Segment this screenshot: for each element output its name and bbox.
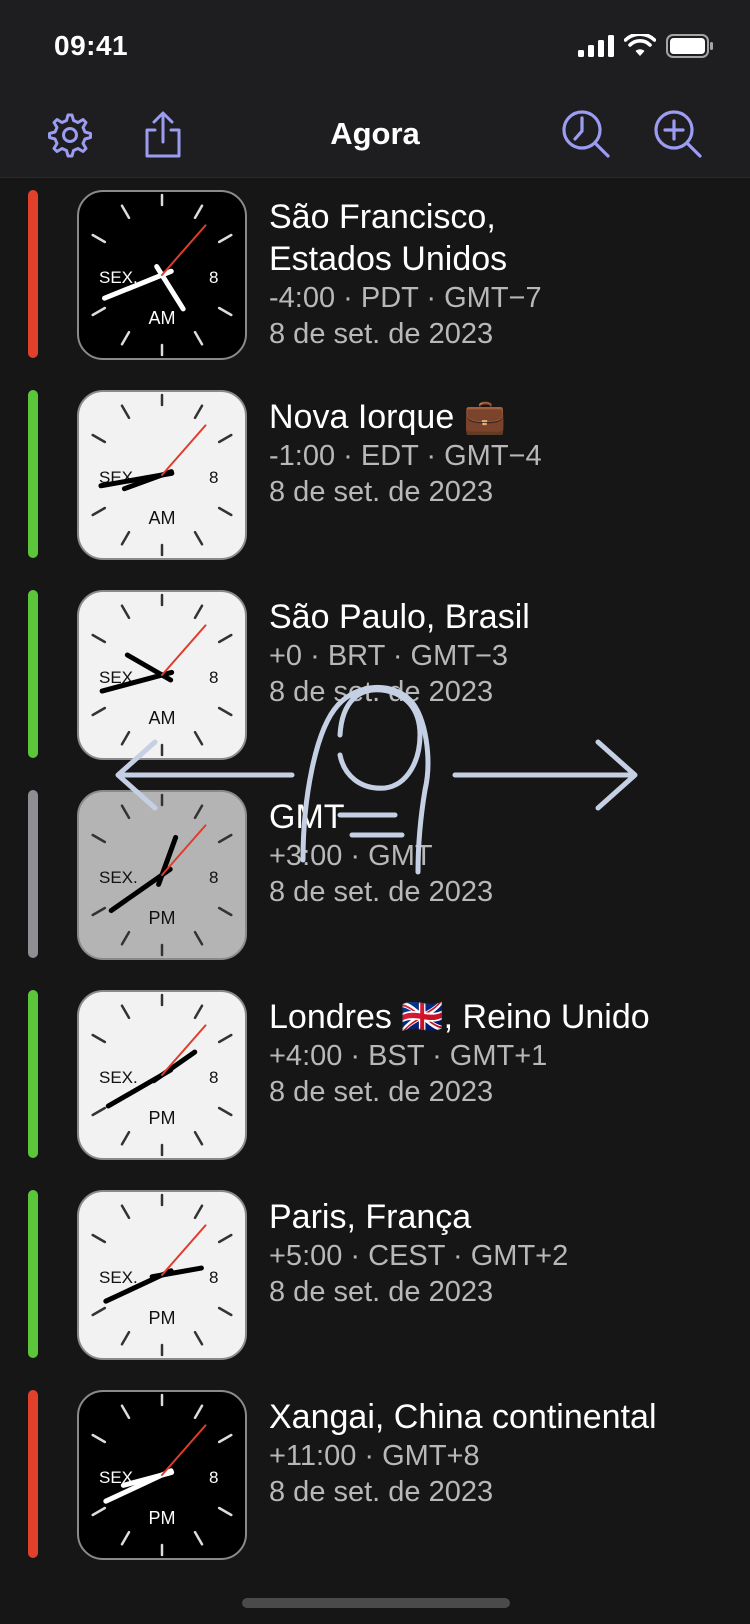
svg-text:8: 8 (209, 868, 218, 887)
status-bar: 09:41 (0, 0, 750, 94)
city-name: São Paulo, Brasil (269, 598, 530, 636)
date-label: 8 de set. de 2023 (269, 676, 494, 708)
status-bar-indicator (28, 390, 38, 558)
city-name-line2: Estados Unidos (269, 240, 508, 278)
status-icons (578, 34, 714, 58)
svg-text:8: 8 (209, 1068, 218, 1087)
clock-face: SEX. 8 AM (77, 590, 247, 760)
timezone-offset: +0 · BRT · GMT−3 (269, 640, 509, 672)
clock-face: SEX. 8 PM (77, 1390, 247, 1560)
list-item[interactable]: SEX. 8 AM São Paulo, Brasil +0 · BRT · GMT−3… (0, 578, 750, 778)
svg-text:8: 8 (209, 268, 218, 287)
clock-face: SEX. 8 AM (77, 190, 247, 360)
svg-text:8: 8 (209, 1468, 218, 1487)
date-label: 8 de set. de 2023 (269, 1276, 494, 1308)
timezone-offset: +4:00 · BST · GMT+1 (269, 1040, 548, 1072)
city-name: GMT (269, 798, 345, 836)
date-label: 8 de set. de 2023 (269, 1476, 494, 1508)
date-label: 8 de set. de 2023 (269, 476, 494, 508)
svg-text:AM: AM (149, 508, 176, 528)
city-info: Paris, França +5:00 · CEST · GMT+2 8 de se… (269, 1196, 739, 1310)
date-label: 8 de set. de 2023 (269, 318, 494, 350)
svg-text:SEX.: SEX. (99, 868, 138, 887)
clock-face: SEX. 8 PM (77, 1190, 247, 1360)
nav-bar: Agora (0, 94, 750, 178)
clock-face: SEX. 8 AM (77, 390, 247, 560)
city-name: Paris, França (269, 1198, 472, 1236)
svg-text:PM: PM (149, 1508, 176, 1528)
list-item[interactable]: SEX. 8 PM Xangai, China continental +11:00 ·… (0, 1378, 750, 1578)
list-item[interactable]: SEX. 8 PM Paris, França +5:00 · CEST · GMT+2… (0, 1178, 750, 1378)
svg-text:SEX.: SEX. (99, 1268, 138, 1287)
svg-text:AM: AM (149, 708, 176, 728)
svg-text:8: 8 (209, 668, 218, 687)
city-info: Nova Iorque 💼 -1:00 · EDT · GMT−4 8 de set… (269, 396, 739, 510)
timezone-offset: -4:00 · PDT · GMT−7 (269, 282, 542, 314)
date-label: 8 de set. de 2023 (269, 876, 494, 908)
list-item[interactable]: SEX. 8 AM Nova Iorque 💼 -1:00 · EDT · GMT−4 8… (0, 378, 750, 578)
city-name: Londres 🇬🇧, Reino Unido (269, 998, 650, 1036)
city-info: Londres 🇬🇧, Reino Unido +4:00 · BST · GMT… (269, 996, 739, 1110)
svg-text:8: 8 (209, 1268, 218, 1287)
timezone-offset: +5:00 · CEST · GMT+2 (269, 1240, 569, 1272)
svg-text:PM: PM (149, 908, 176, 928)
timezone-offset: -1:00 · EDT · GMT−4 (269, 440, 542, 472)
page-title: Agora (330, 116, 420, 151)
clock-search-icon (562, 110, 610, 158)
timezone-offset: +3:00 · GMT (269, 840, 433, 872)
svg-text:SEX.: SEX. (99, 268, 138, 287)
city-name: Nova Iorque 💼 (269, 398, 507, 436)
signal-icon (578, 35, 614, 57)
status-bar-indicator (28, 790, 38, 958)
clock-face: SEX. 8 PM (77, 790, 247, 960)
status-bar-indicator (28, 590, 38, 758)
status-bar-indicator (28, 1390, 38, 1558)
timezone-offset: +11:00 · GMT+8 (269, 1440, 480, 1472)
svg-text:8: 8 (209, 468, 218, 487)
list-item[interactable]: SEX. 8 PM Londres 🇬🇧, Reino Unido +4:00 · BS… (0, 978, 750, 1178)
city-name: Xangai, China continental (269, 1398, 657, 1436)
time-search-button[interactable] (554, 102, 620, 168)
list-item[interactable]: SEX. 8 PM GMT +3:00 · GMT 8 de set. de 2023 (0, 778, 750, 978)
svg-text:AM: AM (149, 308, 176, 328)
city-info: São Francisco, Estados Unidos -4:00 · PDT … (269, 196, 739, 352)
status-bar-indicator (28, 1190, 38, 1358)
city-info: São Paulo, Brasil +0 · BRT · GMT−3 8 de se… (269, 596, 739, 710)
svg-text:PM: PM (149, 1308, 176, 1328)
city-name: São Francisco, (269, 198, 496, 236)
battery-icon (666, 34, 713, 58)
home-indicator (242, 1598, 510, 1608)
list-item[interactable]: SEX. 8 AM São Francisco, Estados Unidos -4:00… (0, 178, 750, 378)
status-bar-indicator (28, 190, 38, 358)
date-label: 8 de set. de 2023 (269, 1076, 494, 1108)
svg-text:SEX.: SEX. (99, 1068, 138, 1087)
city-info: GMT +3:00 · GMT 8 de set. de 2023 (269, 796, 739, 910)
status-time: 09:41 (54, 30, 129, 61)
clock-face: SEX. 8 PM (77, 990, 247, 1160)
status-bar-indicator (28, 990, 38, 1158)
wifi-icon (624, 34, 656, 56)
city-info: Xangai, China continental +11:00 · GMT+8 8… (269, 1396, 739, 1510)
svg-text:PM: PM (149, 1108, 176, 1128)
zoom-in-icon (654, 110, 702, 158)
zoom-in-button[interactable] (646, 102, 712, 168)
